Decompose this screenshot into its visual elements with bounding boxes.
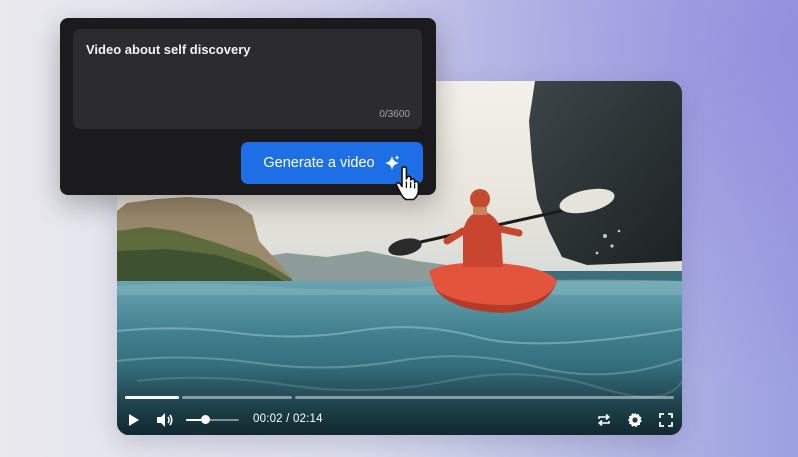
fullscreen-button[interactable]	[658, 410, 674, 430]
prompt-textarea[interactable]: Video about self discovery 0/3600	[73, 29, 422, 129]
progress-segment[interactable]	[125, 396, 179, 399]
volume-slider[interactable]	[186, 415, 239, 424]
play-button[interactable]	[125, 410, 143, 430]
gear-icon	[627, 412, 642, 428]
volume-icon	[157, 413, 173, 427]
prompt-text[interactable]: Video about self discovery	[86, 42, 409, 57]
progress-segment[interactable]	[295, 396, 674, 399]
fullscreen-icon	[659, 413, 673, 427]
hand-pointer-icon	[395, 166, 420, 201]
play-icon	[129, 414, 139, 426]
progress-bar[interactable]	[125, 396, 674, 400]
progress-segment[interactable]	[182, 396, 292, 399]
character-counter: 0/3600	[379, 109, 410, 120]
loop-icon	[597, 413, 611, 427]
generate-button-label: Generate a video	[263, 155, 375, 171]
loop-button[interactable]	[595, 410, 613, 430]
prompt-panel: Video about self discovery 0/3600 Genera…	[60, 18, 436, 195]
volume-button[interactable]	[154, 410, 176, 430]
time-display: 00:02 / 02:14	[253, 413, 323, 425]
progress-fill	[125, 396, 179, 399]
settings-button[interactable]	[626, 410, 644, 430]
volume-knob[interactable]	[200, 415, 210, 424]
